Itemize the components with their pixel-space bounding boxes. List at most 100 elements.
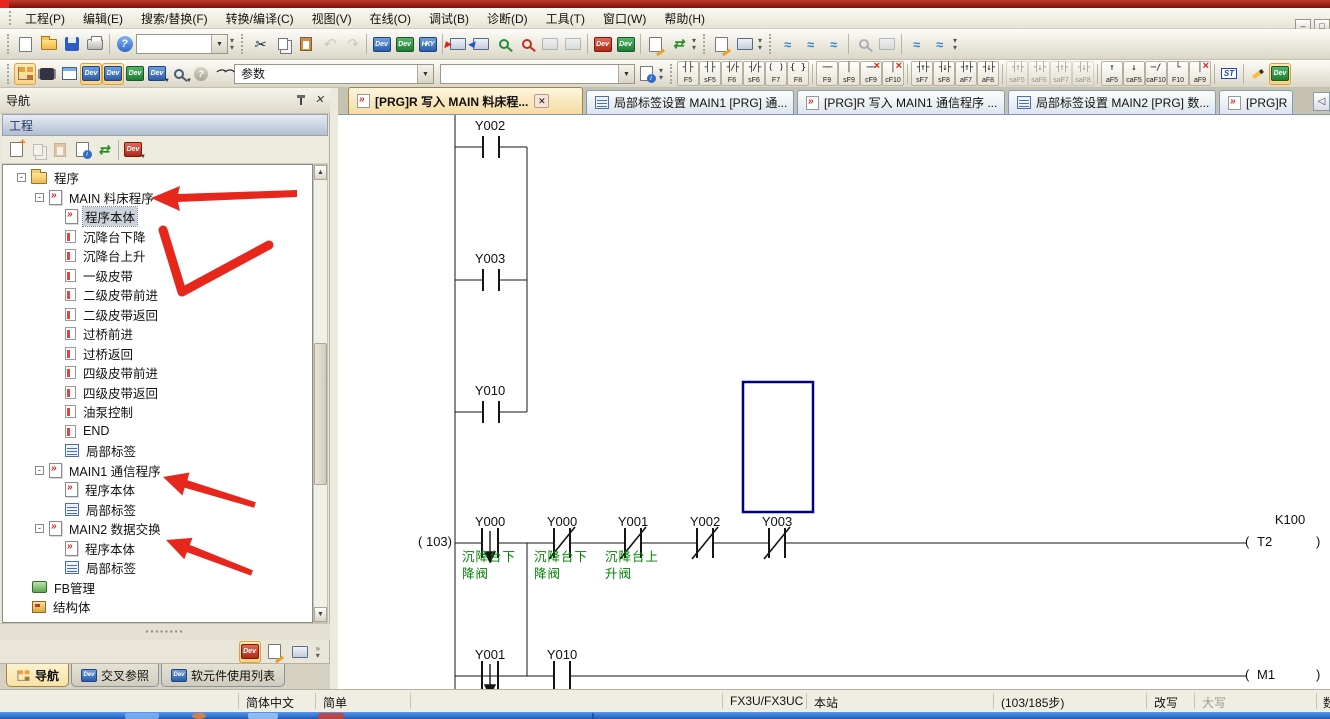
device-search-menu[interactable] <box>168 63 190 85</box>
open-contact-button[interactable]: F5 <box>677 61 699 86</box>
scaling-setting-button[interactable] <box>875 33 898 56</box>
sampling-trace-button[interactable] <box>776 33 799 56</box>
device-test-button[interactable] <box>614 33 637 56</box>
data-property-button[interactable] <box>71 139 93 161</box>
delete-horizontal-line-button[interactable]: cF9 <box>860 61 882 86</box>
new-project-button[interactable] <box>14 33 37 56</box>
redo-button[interactable] <box>340 33 363 56</box>
falling-pulse-button[interactable]: sF8 <box>933 61 955 86</box>
or-open-contact-button[interactable]: sF5 <box>699 61 721 86</box>
tree-item-subroutine[interactable]: 四级皮带返回 <box>3 383 312 403</box>
tree-item-program-body[interactable]: 程序本体 <box>3 480 312 500</box>
menu-item-online[interactable]: 在线(O) <box>361 8 420 29</box>
find-in-page-button[interactable] <box>635 63 657 85</box>
sort-menu-button[interactable] <box>122 139 144 161</box>
chevron-down-icon[interactable] <box>618 65 634 83</box>
application-instruction-button[interactable]: F8 <box>787 61 809 86</box>
tree-item-subroutine[interactable]: 油泵控制 <box>3 402 312 422</box>
or-falling-pulse-close-button[interactable]: saF8 <box>1072 61 1094 86</box>
tree-item-main2-program[interactable]: MAIN2 数据交换 <box>3 519 312 539</box>
tree-item-subroutine[interactable]: 过桥返回 <box>3 344 312 364</box>
monitor-start-button[interactable] <box>492 33 515 56</box>
device-comment-view-toggle[interactable] <box>80 63 102 85</box>
navigation-window-toggle[interactable] <box>14 63 36 85</box>
read-from-plc-button[interactable] <box>469 33 492 56</box>
graph-setting-button[interactable] <box>928 33 951 56</box>
menu-item-debug[interactable]: 调试(B) <box>420 8 478 29</box>
toolbar-overflow-icon[interactable]: ▾▾ <box>758 37 762 51</box>
device-tree-view-toggle[interactable] <box>124 63 146 85</box>
paste-button[interactable] <box>294 33 317 56</box>
help-small-button[interactable] <box>190 63 212 85</box>
scroll-down-icon[interactable]: ▼ <box>314 607 327 622</box>
line-branch-button[interactable]: F10 <box>1167 61 1189 86</box>
help-button[interactable] <box>113 33 136 56</box>
panel-splitter[interactable]: ▪▪▪▪▪▪▪▪ <box>0 623 330 640</box>
tab-main1-local-label[interactable]: 局部标签设置 MAIN1 [PRG] 通... <box>586 90 794 114</box>
collapse-icon[interactable] <box>17 173 26 182</box>
tab-clipped[interactable]: [PRG]R <box>1219 90 1293 114</box>
save-project-button[interactable] <box>60 33 83 56</box>
menu-item-find-replace[interactable]: 搜索/替换(F) <box>132 8 217 29</box>
or-rising-pulse-button[interactable]: aF7 <box>955 61 977 86</box>
find-button[interactable] <box>212 63 234 85</box>
close-icon[interactable]: ✕ <box>315 95 324 106</box>
tab-main2-local-label[interactable]: 局部标签设置 MAIN2 [PRG] 数... <box>1008 90 1216 114</box>
parameter-check-button[interactable] <box>644 33 667 56</box>
monitor-read-button[interactable] <box>561 33 584 56</box>
monitor-write-button[interactable] <box>538 33 561 56</box>
windows-taskbar[interactable] <box>0 712 1330 719</box>
ladder-editor[interactable]: Y002 Y003 Y010 ( 103) Y000 Y000 Y001 Y00… <box>338 115 1330 689</box>
tree-item-program-body[interactable]: 程序本体 <box>3 207 312 227</box>
mini-toolbar-overflow-icon[interactable]: »▾ <box>316 645 320 659</box>
tree-item-local-label[interactable]: 局部标签 <box>3 441 312 461</box>
bottom-tab-device-use-list[interactable]: 软元件使用列表 <box>161 664 285 687</box>
invert-falling-button[interactable]: caF5 <box>1123 61 1145 86</box>
device-grid-view-toggle[interactable] <box>102 63 124 85</box>
coil-button[interactable]: F7 <box>765 61 787 86</box>
tree-item-subroutine[interactable]: 一级皮带 <box>3 266 312 286</box>
refresh-button[interactable] <box>93 139 115 161</box>
closed-contact-button[interactable]: F6 <box>721 61 743 86</box>
tree-item-subroutine[interactable]: 过桥前进 <box>3 324 312 344</box>
scaling-button[interactable] <box>852 33 875 56</box>
filter-button[interactable] <box>239 641 261 663</box>
bottom-tab-navigation[interactable]: 导航 <box>6 664 69 687</box>
tree-item-main1-program[interactable]: MAIN1 通信程序 <box>3 461 312 481</box>
or-falling-pulse-button[interactable]: aF8 <box>977 61 999 86</box>
tree-item-structure[interactable]: 结构体 <box>3 597 312 617</box>
device-batch-monitor-button[interactable] <box>591 33 614 56</box>
taskbar-item[interactable] <box>318 713 344 719</box>
copy-button[interactable] <box>271 33 294 56</box>
edit-ladder-button[interactable] <box>1247 63 1269 85</box>
transfer-setup-button[interactable] <box>667 33 690 56</box>
tree-item-subroutine[interactable]: 二级皮带返回 <box>3 305 312 325</box>
invert-rising-button[interactable]: aF5 <box>1101 61 1123 86</box>
read-mode-toggle[interactable] <box>1269 63 1291 85</box>
rising-pulse-close-button[interactable]: saF5 <box>1006 61 1028 86</box>
bottom-tab-cross-reference[interactable]: 交叉参照 <box>71 664 159 687</box>
toolbar-grip[interactable] <box>7 34 9 54</box>
device-display-menu[interactable] <box>146 63 168 85</box>
monitor-window-button[interactable] <box>733 33 756 56</box>
scroll-up-icon[interactable]: ▲ <box>314 165 327 180</box>
or-closed-contact-button[interactable]: sF6 <box>743 61 765 86</box>
toolbar-overflow-icon[interactable]: ▾▾ <box>230 37 234 51</box>
taskbar-item[interactable] <box>192 713 206 719</box>
tree-item-subroutine[interactable]: 四级皮带前进 <box>3 363 312 383</box>
inline-st-button[interactable] <box>1218 63 1240 85</box>
edit-cursor[interactable] <box>743 382 813 512</box>
view-mode-button[interactable] <box>289 641 311 663</box>
tree-item-fb-management[interactable]: FB管理 <box>3 578 312 598</box>
delete-line-button[interactable]: aF9 <box>1189 61 1211 86</box>
paste-data-button[interactable] <box>49 139 71 161</box>
toolbar-overflow-icon[interactable]: ▾▾ <box>953 37 957 51</box>
toolbar-overflow-icon[interactable]: ▾▾ <box>692 37 696 51</box>
collapse-icon[interactable] <box>35 524 44 533</box>
cut-button[interactable] <box>248 33 271 56</box>
tree-item-subroutine[interactable]: 沉降台下降 <box>3 227 312 247</box>
vertical-line-button[interactable]: sF9 <box>838 61 860 86</box>
collapse-icon[interactable] <box>35 466 44 475</box>
close-icon[interactable]: ✕ <box>534 94 549 108</box>
tree-item-end[interactable]: END <box>3 422 312 442</box>
